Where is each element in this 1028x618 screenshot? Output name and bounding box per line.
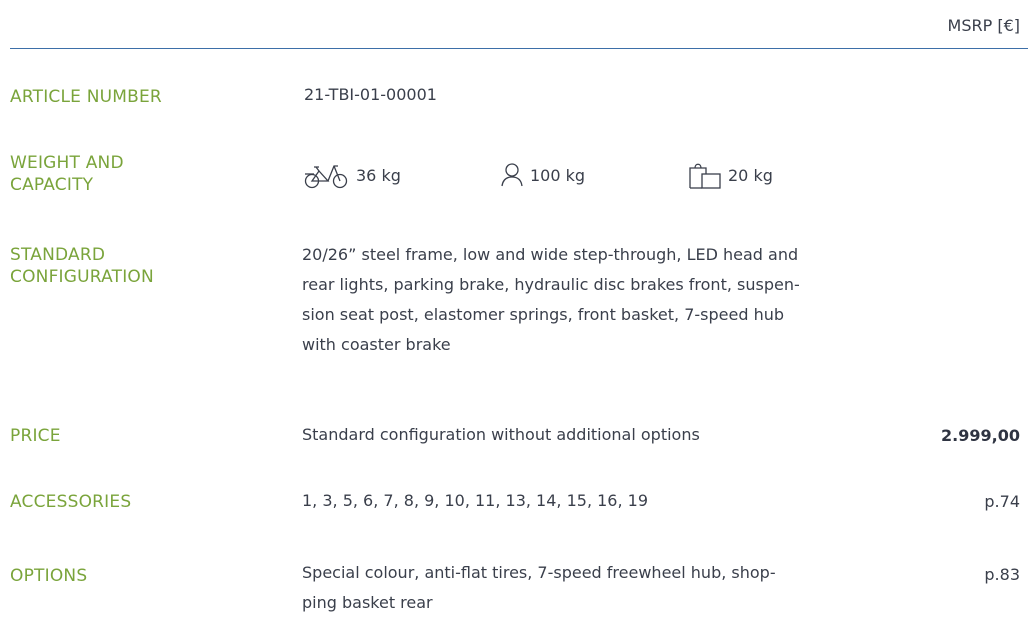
header-divider — [10, 48, 1028, 49]
bicycle-icon — [302, 160, 350, 190]
options-label: OPTIONS — [10, 566, 88, 586]
cargo-capacity-value: 20 kg — [728, 165, 773, 185]
options-line: Special colour, anti-flat tires, 7-speed… — [302, 563, 776, 582]
rider-capacity-value: 100 kg — [530, 165, 586, 185]
options-text: Special colour, anti-flat tires, 7-speed… — [302, 558, 776, 618]
accessories-page-ref: p.74 — [984, 492, 1020, 511]
standard-configuration-line: sion seat post, elastomer springs, front… — [302, 305, 785, 324]
msrp-header: MSRP [€] — [947, 16, 1020, 35]
shopping-bag-icon — [688, 160, 722, 190]
accessories-label: ACCESSORIES — [10, 492, 132, 512]
article-number-label: ARTICLE NUMBER — [10, 87, 162, 107]
options-page-ref: p.83 — [984, 565, 1020, 584]
price-value: 2.999,00 — [941, 426, 1020, 445]
accessories-value: 1, 3, 5, 6, 7, 8, 9, 10, 11, 13, 14, 15,… — [302, 491, 649, 510]
standard-configuration-line: rear lights, parking brake, hydraulic di… — [302, 275, 800, 294]
standard-configuration-label-line1: STANDARD — [10, 245, 106, 265]
cargo-capacity-metric: 20 kg — [688, 158, 773, 192]
standard-configuration-line: 20/26” steel frame, low and wide step-th… — [302, 245, 799, 264]
weight-capacity-label: WEIGHT AND CAPACITY — [10, 152, 124, 196]
weight-capacity-label-line2: CAPACITY — [10, 175, 94, 195]
standard-configuration-label-line2: CONFIGURATION — [10, 267, 154, 287]
bike-weight-metric: 36 kg — [302, 158, 401, 192]
price-label: PRICE — [10, 426, 61, 446]
person-icon — [500, 162, 524, 188]
rider-capacity-metric: 100 kg — [500, 158, 585, 192]
weight-capacity-label-line1: WEIGHT AND — [10, 153, 124, 173]
bike-weight-value: 36 kg — [356, 165, 401, 185]
standard-configuration-text: 20/26” steel frame, low and wide step-th… — [302, 240, 800, 360]
article-number-value: 21-TBI-01-00001 — [304, 85, 437, 104]
price-description: Standard configuration without additiona… — [302, 425, 700, 444]
standard-configuration-label: STANDARD CONFIGURATION — [10, 244, 154, 288]
options-line: ping basket rear — [302, 593, 433, 612]
standard-configuration-line: with coaster brake — [302, 335, 451, 354]
